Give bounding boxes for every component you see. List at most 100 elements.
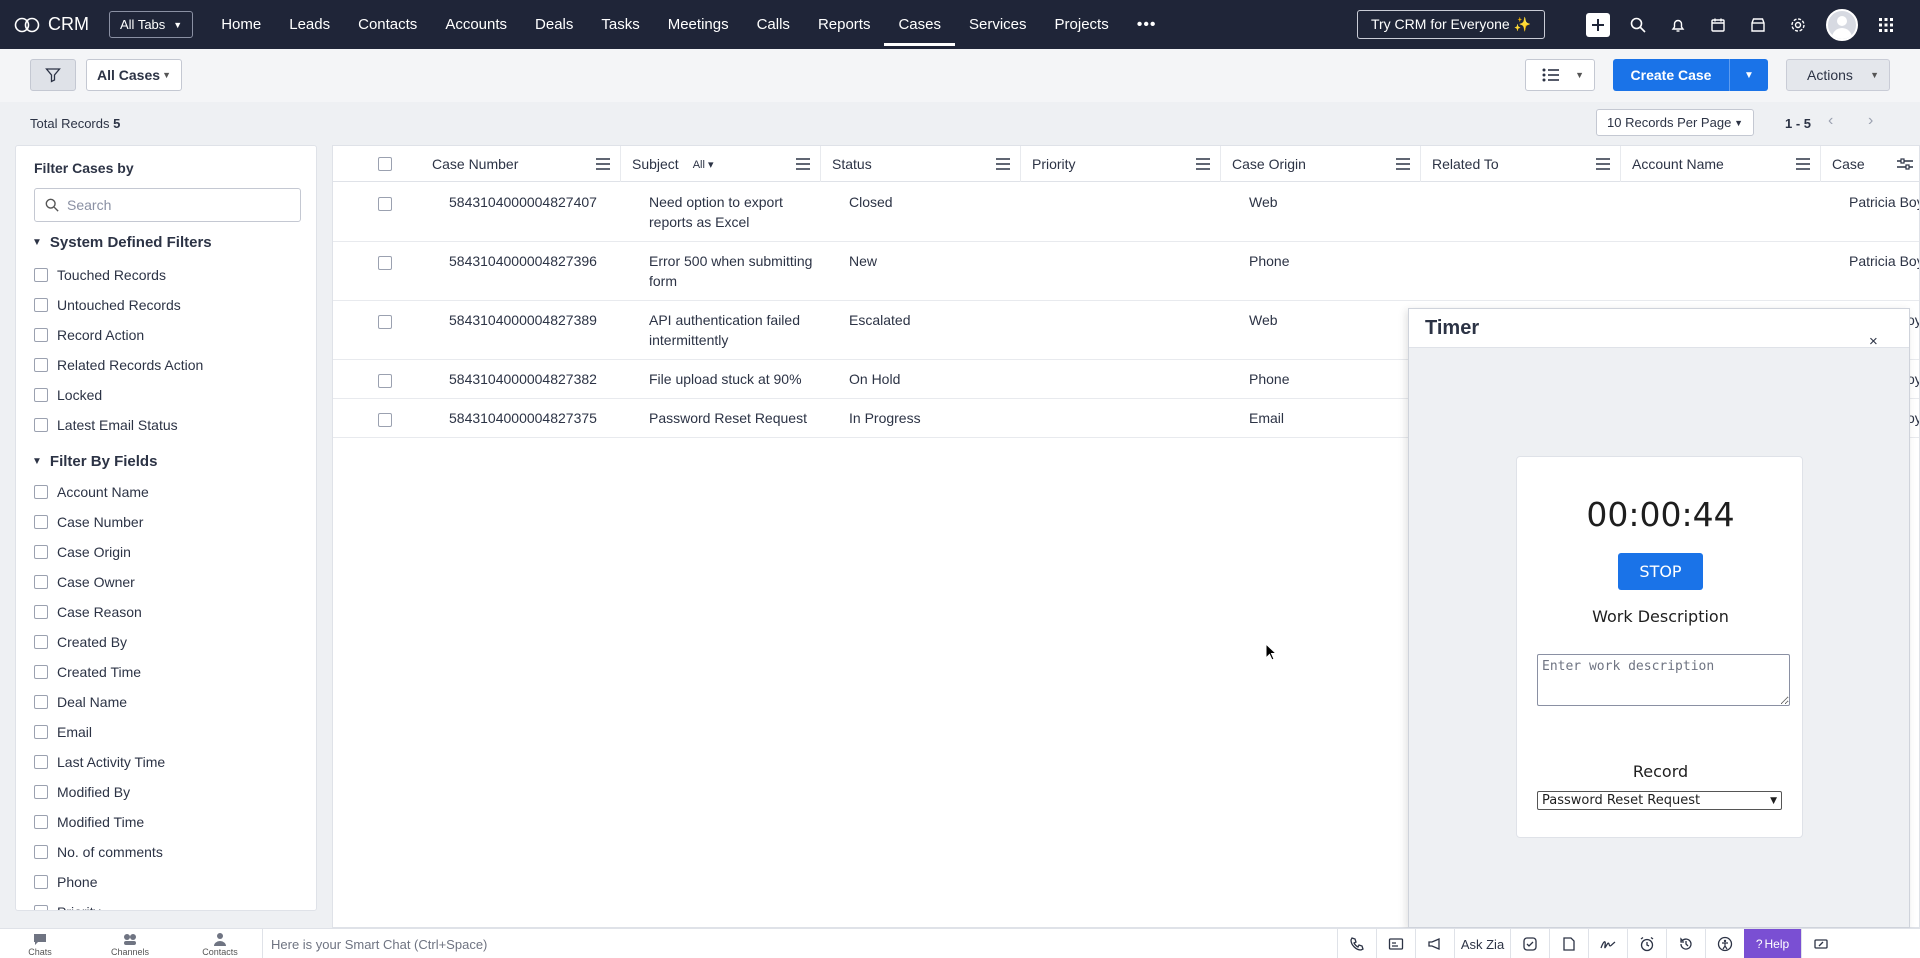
column-header[interactable]: Subject All ▾ [621, 146, 821, 182]
filter-item[interactable]: Phone [34, 867, 165, 897]
all-tabs-dropdown[interactable]: All Tabs ▼ [109, 11, 194, 38]
subject-cell[interactable]: File upload stuck at 90% [649, 369, 802, 389]
filter-checkbox[interactable] [34, 875, 48, 889]
filter-item[interactable]: Case Reason [34, 597, 165, 627]
filter-checkbox[interactable] [34, 575, 48, 589]
filter-checkbox[interactable] [34, 485, 48, 499]
ask-zia-button[interactable]: Ask Zia [1454, 929, 1510, 958]
filter-item[interactable]: Modified Time [34, 807, 165, 837]
gear-icon[interactable] [1778, 0, 1818, 49]
column-header[interactable]: Case Origin [1221, 146, 1421, 182]
history-icon[interactable] [1666, 929, 1705, 958]
smart-chat-input[interactable]: Here is your Smart Chat (Ctrl+Space) [262, 929, 1337, 958]
record-select[interactable]: Password Reset Request ▼ [1537, 791, 1782, 810]
case-number-cell[interactable]: 5843104000004827396 [449, 251, 597, 271]
nav-tab-services[interactable]: Services [955, 0, 1041, 49]
column-header[interactable]: Account Name [1621, 146, 1821, 182]
filter-checkbox[interactable] [34, 815, 48, 829]
chats-button[interactable]: Chats [0, 931, 80, 957]
filter-item[interactable]: Case Number [34, 507, 165, 537]
filter-checkbox[interactable] [34, 388, 48, 402]
filter-checkbox[interactable] [34, 605, 48, 619]
quick-create-button[interactable] [1578, 0, 1618, 49]
subject-cell[interactable]: Need option to export [649, 192, 783, 212]
records-per-page-select[interactable]: 10 Records Per Page ▼ [1596, 109, 1754, 136]
filter-item[interactable]: Email [34, 717, 165, 747]
nav-tab-meetings[interactable]: Meetings [654, 0, 743, 49]
column-header[interactable]: Case [1821, 146, 1919, 182]
column-menu-icon[interactable] [1596, 157, 1610, 173]
filter-search-input[interactable] [67, 197, 287, 213]
filter-item[interactable]: Last Activity Time [34, 747, 165, 777]
accessibility-icon[interactable] [1705, 929, 1744, 958]
close-icon[interactable]: × [1869, 333, 1878, 350]
alarm-icon[interactable] [1627, 929, 1666, 958]
zia-icon[interactable] [1510, 929, 1549, 958]
filter-item[interactable]: Deal Name [34, 687, 165, 717]
notes-icon[interactable] [1549, 929, 1588, 958]
nav-tab-contacts[interactable]: Contacts [344, 0, 431, 49]
case-number-cell[interactable]: 5843104000004827375 [449, 408, 597, 428]
field-filters-toggle[interactable]: ▼ Filter By Fields [32, 453, 157, 470]
column-menu-icon[interactable] [596, 157, 610, 173]
column-header[interactable]: Priority [1021, 146, 1221, 182]
column-settings-icon[interactable] [1897, 157, 1913, 173]
subject-cell-line2[interactable]: intermittently [649, 330, 728, 350]
case-number-cell[interactable]: 5843104000004827382 [449, 369, 597, 389]
filter-item[interactable]: Case Owner [34, 567, 165, 597]
card-icon[interactable] [1376, 929, 1415, 958]
filter-item[interactable]: Case Origin [34, 537, 165, 567]
table-row[interactable]: 5843104000004827407 Need option to export… [333, 183, 1919, 242]
column-menu-icon[interactable] [1796, 157, 1810, 173]
nav-tab-leads[interactable]: Leads [275, 0, 344, 49]
subject-filter-dropdown[interactable]: All ▾ [693, 158, 714, 171]
signature-icon[interactable] [1588, 929, 1627, 958]
filter-checkbox[interactable] [34, 418, 48, 432]
filter-checkbox[interactable] [34, 635, 48, 649]
filter-checkbox[interactable] [34, 725, 48, 739]
filter-checkbox[interactable] [34, 328, 48, 342]
stop-timer-button[interactable]: STOP [1618, 553, 1703, 590]
case-number-cell[interactable]: 5843104000004827389 [449, 310, 597, 330]
subject-cell[interactable]: Password Reset Request [649, 408, 807, 428]
filter-checkbox[interactable] [34, 358, 48, 372]
filter-item[interactable]: Latest Email Status [34, 410, 203, 440]
apps-grid-icon[interactable] [1866, 0, 1906, 49]
row-checkbox[interactable] [378, 197, 392, 211]
filter-item[interactable]: Untouched Records [34, 290, 203, 320]
table-row[interactable]: 5843104000004827396 Error 500 when submit… [333, 242, 1919, 301]
column-menu-icon[interactable] [796, 157, 810, 173]
bell-icon[interactable] [1658, 0, 1698, 49]
work-description-input[interactable] [1537, 654, 1790, 706]
row-checkbox[interactable] [378, 315, 392, 329]
filter-toggle-button[interactable] [30, 59, 76, 91]
column-header[interactable]: Status [821, 146, 1021, 182]
filter-checkbox[interactable] [34, 665, 48, 679]
list-view-switcher[interactable]: ▼ [1525, 59, 1595, 91]
filter-checkbox[interactable] [34, 695, 48, 709]
filter-item[interactable]: Created Time [34, 657, 165, 687]
user-avatar[interactable] [1826, 8, 1858, 41]
megaphone-icon[interactable] [1415, 929, 1454, 958]
nav-tab-projects[interactable]: Projects [1041, 0, 1123, 49]
filter-item[interactable]: Record Action [34, 320, 203, 350]
system-filters-toggle[interactable]: ▼ System Defined Filters [32, 234, 212, 251]
create-case-dropdown[interactable]: ▼ [1729, 59, 1768, 91]
help-button[interactable]: ? Help [1744, 929, 1801, 958]
phone-icon[interactable] [1337, 929, 1376, 958]
chevron-left-icon[interactable]: ‹ [1828, 112, 1833, 130]
subject-cell[interactable]: Error 500 when submitting [649, 251, 812, 271]
filter-checkbox[interactable] [34, 515, 48, 529]
nav-tab-accounts[interactable]: Accounts [431, 0, 521, 49]
nav-tab-tasks[interactable]: Tasks [587, 0, 653, 49]
channels-button[interactable]: Channels [90, 931, 170, 957]
chevron-right-icon[interactable]: › [1868, 112, 1873, 130]
case-number-cell[interactable]: 5843104000004827407 [449, 192, 597, 212]
actions-button[interactable]: Actions ▼ [1786, 59, 1890, 91]
custom-view-select[interactable]: All Cases ▼ [86, 59, 182, 91]
filter-checkbox[interactable] [34, 845, 48, 859]
filter-checkbox[interactable] [34, 785, 48, 799]
column-menu-icon[interactable] [996, 157, 1010, 173]
nav-tab-cases[interactable]: Cases [884, 0, 955, 49]
nav-tab-reports[interactable]: Reports [804, 0, 885, 49]
